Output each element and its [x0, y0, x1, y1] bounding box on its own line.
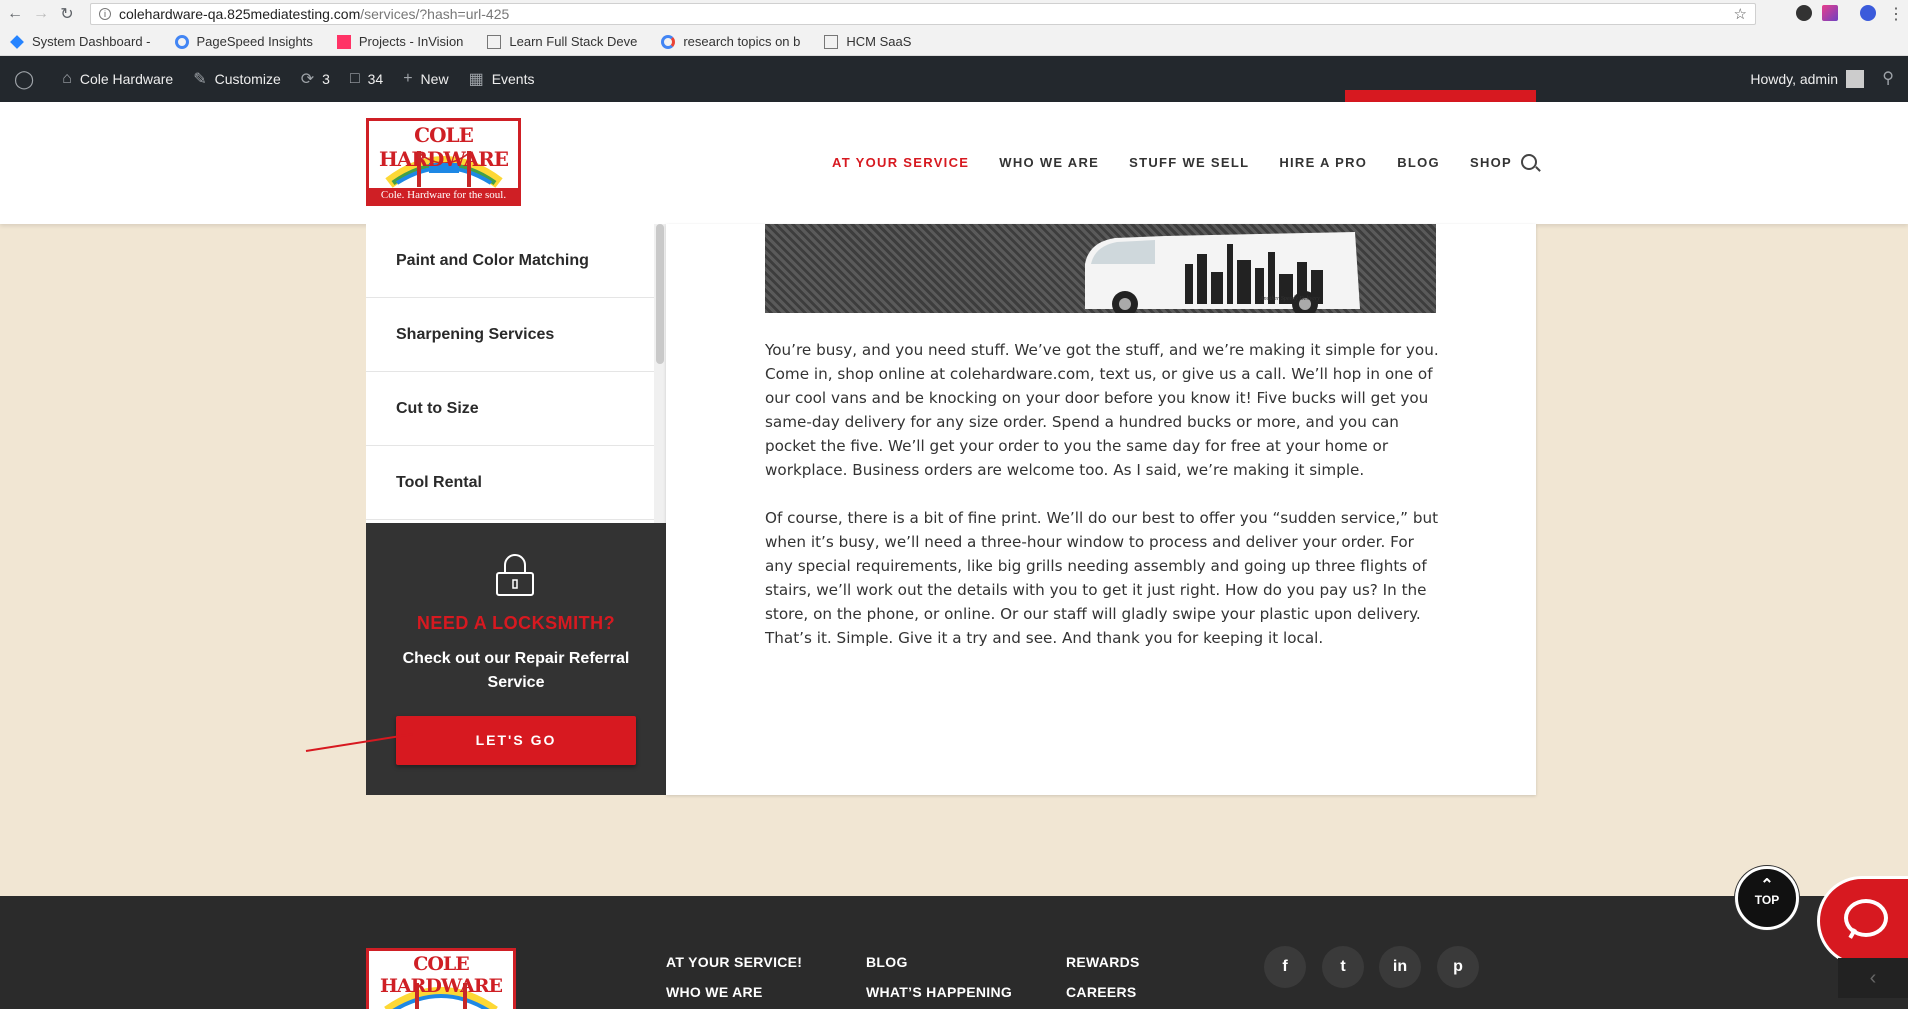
footer-col-2: BLOG WHAT’S HAPPENING [866, 954, 1012, 1009]
paragraph: Of course, there is a bit of fine print.… [765, 509, 1439, 647]
site-info-icon[interactable]: i [99, 8, 111, 20]
my-account[interactable]: Howdy, admin [1750, 56, 1864, 102]
chevron-up-icon: ⌃ [1760, 877, 1774, 894]
main-nav: AT YOUR SERVICE WHO WE ARE STUFF WE SELL… [832, 155, 1542, 170]
logo-artwork: COLE HARDWARE Cole. Hardware for the sou… [369, 121, 518, 203]
lets-go-button[interactable]: LET'S GO [396, 716, 636, 765]
new-content-link[interactable]: + New [403, 70, 448, 88]
brush-icon: ✎ [193, 71, 207, 88]
logo-title: COLE HARDWARE [379, 123, 509, 171]
customize-link[interactable]: ✎ Customize [193, 69, 281, 89]
extension-icon[interactable] [1796, 5, 1812, 21]
site-header: COLE HARDWARE Cole. Hardware for the sou… [0, 102, 1908, 224]
locksmith-title: NEED A LOCKSMITH? [416, 613, 616, 633]
home-icon: ⌂ [62, 70, 72, 87]
footer-link-whats-happening[interactable]: WHAT’S HAPPENING [866, 984, 1012, 1000]
footer-col-3: REWARDS CAREERS [1066, 954, 1140, 1009]
invision-icon [336, 34, 351, 49]
twitter-icon[interactable]: t [1322, 946, 1364, 988]
sidebar-item-cut-to-size[interactable]: Cut to Size [366, 372, 654, 446]
linkedin-icon[interactable]: in [1379, 946, 1421, 988]
avatar [1846, 70, 1864, 88]
url-path: /services/?hash=url-425 [360, 6, 510, 22]
updates-icon: ⟳ [300, 71, 315, 88]
comments-link[interactable]: □ 34 [350, 70, 383, 88]
extension-icon[interactable] [1822, 5, 1838, 21]
nav-at-your-service[interactable]: AT YOUR SERVICE [832, 155, 969, 170]
header-red-tab [1345, 90, 1536, 102]
footer-logo-title: COLE HARDWARE [379, 953, 503, 997]
site-name-link[interactable]: ⌂ Cole Hardware [62, 70, 173, 88]
pagespeed-icon [174, 34, 189, 49]
back-to-top-button[interactable]: ⌃ TOP [1735, 866, 1799, 930]
scrollbar-thumb[interactable] [656, 224, 664, 364]
sidebar-scrollbar[interactable] [654, 224, 666, 523]
bookmark-item[interactable]: System Dashboard - [10, 34, 151, 49]
search-icon[interactable] [1521, 154, 1537, 170]
wordpress-logo-icon[interactable]: ◯ [14, 69, 42, 90]
nav-who-we-are[interactable]: WHO WE ARE [999, 155, 1099, 170]
page-icon [487, 34, 502, 49]
chevron-left-icon[interactable]: ‹ [1838, 958, 1908, 998]
bookmark-item[interactable]: research topics on b [661, 34, 800, 49]
updates-link[interactable]: ⟳ 3 [301, 69, 330, 89]
footer-link-rewards[interactable]: REWARDS [1066, 954, 1140, 970]
admin-search-icon[interactable]: ⚲ [1882, 68, 1894, 88]
sidebar-item-paint[interactable]: Paint and Color Matching [366, 224, 654, 298]
google-icon [661, 34, 676, 49]
bookmark-item[interactable]: HCM SaaS [824, 34, 911, 49]
extension-icon[interactable] [1860, 5, 1876, 21]
calendar-icon: ▦ [468, 71, 484, 88]
nav-hire-a-pro[interactable]: HIRE A PRO [1279, 155, 1367, 170]
footer-logo[interactable]: COLE HARDWARE [366, 948, 516, 1009]
nav-blog[interactable]: BLOG [1397, 155, 1440, 170]
site-logo[interactable]: COLE HARDWARE Cole. Hardware for the sou… [366, 118, 521, 206]
footer-link-blog[interactable]: BLOG [866, 954, 1012, 970]
browser-toolbar: ← → ↻ i colehardware-qa.825mediatesting.… [0, 0, 1908, 28]
menu-icon[interactable]: ⋮ [1888, 4, 1904, 24]
main-content: Another Speedy Delivery You’re busy, and… [666, 224, 1536, 795]
url-host: colehardware-qa.825mediatesting.com [119, 6, 361, 22]
wp-admin-bar: ◯ ⌂ Cole Hardware ✎ Customize ⟳ 3 □ 34 + New … [0, 56, 1908, 102]
article-body: You’re busy, and you need stuff. We’ve g… [765, 338, 1445, 674]
delivery-van-image: Another Speedy Delivery [765, 224, 1436, 313]
nav-shop[interactable]: SHOP [1470, 155, 1512, 170]
footer-link-who-we-are[interactable]: WHO WE ARE [666, 984, 802, 1000]
nav-stuff-we-sell[interactable]: STUFF WE SELL [1129, 155, 1249, 170]
chat-button[interactable] [1817, 876, 1908, 966]
plus-icon: + [403, 70, 413, 87]
locksmith-subtitle: Check out our Repair Referral Service [402, 650, 630, 691]
van-caption: Another Speedy Delivery [1259, 296, 1320, 302]
footer-col-1: AT YOUR SERVICE! WHO WE ARE [666, 954, 802, 1009]
footer-link-careers[interactable]: CAREERS [1066, 984, 1140, 1000]
site-footer: COLE HARDWARE AT YOUR SERVICE! WHO WE AR… [0, 896, 1908, 1009]
logo-tagline: Cole. Hardware for the soul. [369, 188, 518, 203]
forward-icon[interactable]: → [30, 3, 52, 25]
page-icon [824, 34, 839, 49]
locksmith-promo: NEED A LOCKSMITH? Check out our Repair R… [366, 523, 666, 795]
paragraph: You’re busy, and you need stuff. We’ve g… [765, 341, 1439, 479]
pinterest-icon[interactable]: p [1437, 946, 1479, 988]
chat-icon [1844, 899, 1888, 937]
footer-link-at-your-service[interactable]: AT YOUR SERVICE! [666, 954, 802, 970]
bookmark-star-icon[interactable]: ☆ [1734, 5, 1747, 23]
facebook-icon[interactable]: f [1264, 946, 1306, 988]
sidebar-item-tool-rental[interactable]: Tool Rental [366, 446, 654, 520]
bookmark-item[interactable]: Projects - InVision [336, 34, 463, 49]
jira-icon [10, 34, 24, 49]
events-link[interactable]: ▦ Events [469, 69, 535, 89]
bookmark-item[interactable]: Learn Full Stack Deve [487, 34, 637, 49]
reload-icon[interactable]: ↻ [56, 3, 78, 25]
lock-icon [496, 554, 534, 596]
bookmarks-bar: System Dashboard - PageSpeed Insights Pr… [0, 28, 1908, 56]
address-bar[interactable]: i colehardware-qa.825mediatesting.com/se… [90, 3, 1756, 25]
services-sidebar: Paint and Color Matching Sharpening Serv… [366, 224, 654, 523]
back-icon[interactable]: ← [4, 3, 26, 25]
bookmark-item[interactable]: PageSpeed Insights [174, 34, 313, 49]
comment-icon: □ [349, 70, 360, 87]
sidebar-item-sharpening[interactable]: Sharpening Services [366, 298, 654, 372]
van-illustration: Another Speedy Delivery [1085, 232, 1360, 313]
